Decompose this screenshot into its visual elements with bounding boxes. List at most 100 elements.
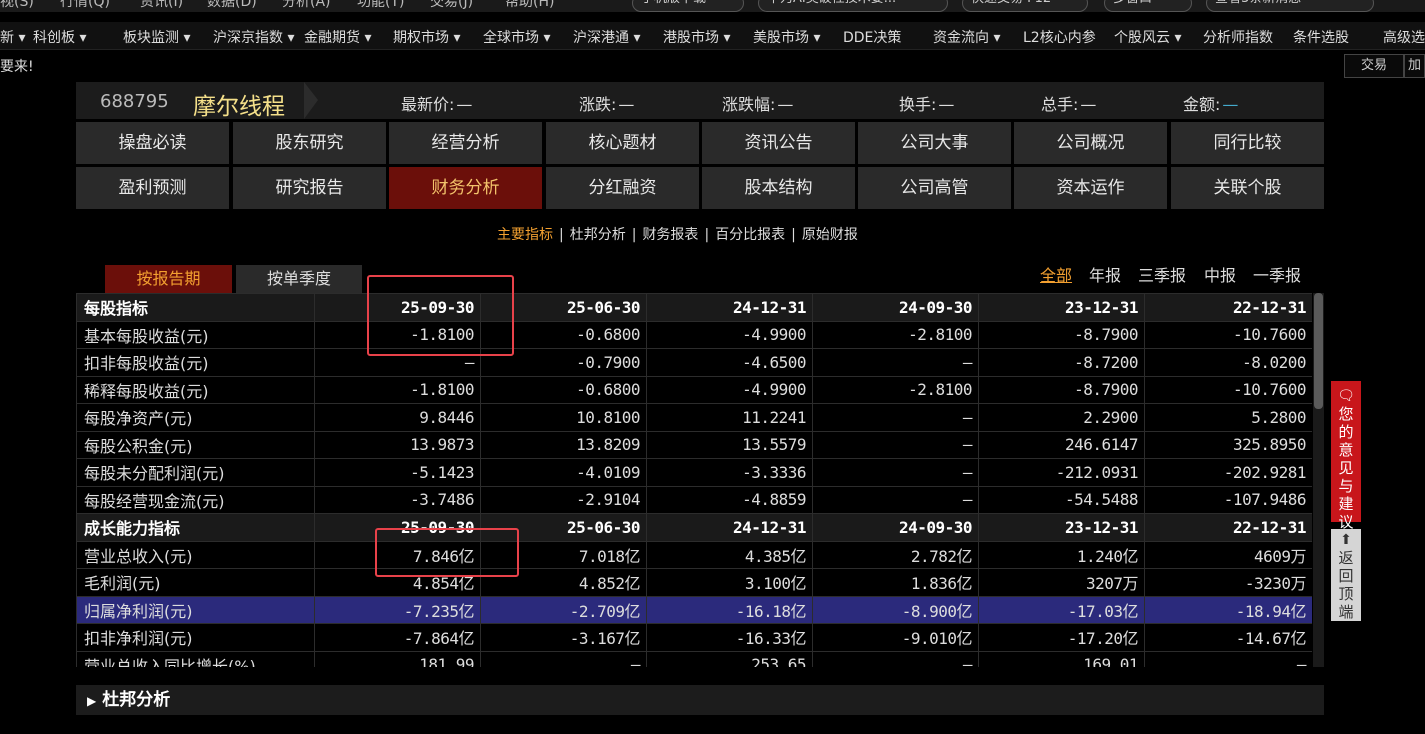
cell-value: 1.836亿 <box>812 568 979 597</box>
menu-item-global[interactable]: 全球市场 ▾ <box>483 27 550 47</box>
cell-value: -9.010亿 <box>812 623 979 652</box>
filter-all[interactable]: 全部 <box>1040 262 1072 286</box>
filter-q3[interactable]: 三季报 <box>1138 262 1186 286</box>
menu-item-advanced[interactable]: 高级选 <box>1383 27 1425 47</box>
nav-profit-forecast[interactable]: 盈利预测 <box>76 167 229 209</box>
quick-trade-button[interactable]: 快速交易 F12 <box>962 0 1088 12</box>
nav-capital-operations[interactable]: 资本运作 <box>1014 167 1167 209</box>
annotation-box-eps <box>367 275 514 356</box>
menu-item-star-market[interactable]: 科创板 ▾ <box>33 27 86 47</box>
nav-share-structure[interactable]: 股本结构 <box>702 167 855 209</box>
menu-view[interactable]: 视(S) <box>0 0 34 11</box>
menu-item-analyst[interactable]: 分析师指数 <box>1203 27 1273 47</box>
cell-value: -4.9900 <box>646 375 813 404</box>
cell-value: -2.9104 <box>480 485 647 514</box>
marquee-text: 要来! <box>0 59 34 75</box>
scrollbar-thumb[interactable] <box>1314 293 1323 409</box>
cell-value: 13.9873 <box>314 430 481 459</box>
table-row[interactable]: 归属净利润(元) -7.235亿 -2.709亿 -16.18亿 -8.900亿 -17.… <box>76 595 1312 624</box>
cell-value: 253.65 <box>646 650 813 667</box>
annotation-box-revenue <box>375 528 519 577</box>
table-scrollbar[interactable] <box>1313 293 1324 667</box>
table-row[interactable]: 扣非净利润(元) -7.864亿 -3.167亿 -16.33亿 -9.010亿 -17.… <box>76 623 1312 652</box>
messages-button[interactable]: 查看3条新消息 <box>1206 0 1374 12</box>
nav-company-profile[interactable]: 公司概况 <box>1014 122 1167 164</box>
cell-value: — <box>812 485 979 514</box>
dupont-section-header[interactable]: ▶ 杜邦分析 <box>76 685 1324 715</box>
table-row[interactable]: 扣非每股收益(元) — -0.7900 -4.6500— -8.7200 -8.0200 <box>76 348 1312 377</box>
nav-dividend-financing[interactable]: 分红融资 <box>546 167 699 209</box>
news-ticker-button[interactable]: 华为AI奥破性技术要... <box>758 0 948 12</box>
cell-value: 3207万 <box>978 568 1145 597</box>
menu-item-fund-flow[interactable]: 资金流向 ▾ <box>933 27 1000 47</box>
nav-company-events[interactable]: 公司大事 <box>858 122 1011 164</box>
menu-item-l2[interactable]: L2核心内参 <box>1023 27 1096 47</box>
subtab-percent-statements[interactable]: 百分比报表 <box>715 227 785 243</box>
latest-price: 最新价: — <box>401 95 473 114</box>
row-label: 毛利润(元) <box>76 568 315 597</box>
menu-item-us[interactable]: 美股市场 ▾ <box>753 27 820 47</box>
trade-button[interactable]: 交易 <box>1344 54 1404 78</box>
menu-news[interactable]: 资讯(I) <box>140 0 183 11</box>
menu-item-connect[interactable]: 沪深港通 ▾ <box>573 27 640 47</box>
menu-item-indices[interactable]: 沪深京指数 ▾ <box>213 27 294 47</box>
filter-annual[interactable]: 年报 <box>1089 262 1121 286</box>
menu-item-futures[interactable]: 金融期货 ▾ <box>304 27 371 47</box>
menu-help[interactable]: 帮助(H) <box>505 0 554 11</box>
cell-value: -4.8859 <box>646 485 813 514</box>
table-row[interactable]: 毛利润(元) 4.854亿 4.852亿 3.100亿 1.836亿 3207万 -3230… <box>76 568 1312 597</box>
menu-item-options[interactable]: 期权市场 ▾ <box>393 27 460 47</box>
nav-research-reports[interactable]: 研究报告 <box>233 167 386 209</box>
cell-value: -4.9900 <box>646 320 813 349</box>
tab-by-single-quarter[interactable]: 按单季度 <box>236 265 362 293</box>
add-button[interactable]: 加 <box>1404 54 1425 78</box>
filter-q1[interactable]: 一季报 <box>1253 262 1301 286</box>
nav-financial-analysis[interactable]: 财务分析 <box>389 167 542 209</box>
tab-by-report-period[interactable]: 按报告期 <box>105 265 232 293</box>
nav-executives[interactable]: 公司高管 <box>858 167 1011 209</box>
menu-data[interactable]: 数据(D) <box>207 0 257 11</box>
menu-item-new[interactable]: 新 ▾ <box>0 27 25 47</box>
menu-quotes[interactable]: 行情(Q) <box>60 0 110 11</box>
menu-item-stock-news[interactable]: 个股风云 ▾ <box>1114 27 1181 47</box>
subtab-statements[interactable]: 财务报表 <box>642 227 698 243</box>
menu-trade[interactable]: 交易(J) <box>430 0 473 11</box>
nav-related-stocks[interactable]: 关联个股 <box>1171 167 1324 209</box>
subtab-main-indicators[interactable]: 主要指标 <box>497 227 553 243</box>
menu-analysis[interactable]: 分析(A) <box>282 0 331 11</box>
nav-business-analysis[interactable]: 经营分析 <box>389 122 542 164</box>
nav-shareholder-research[interactable]: 股东研究 <box>233 122 386 164</box>
menu-item-sector-monitor[interactable]: 板块监测 ▾ <box>123 27 190 47</box>
table-row[interactable]: 稀释每股收益(元) -1.8100 -0.6800 -4.9900 -2.8100 -8.… <box>76 375 1312 404</box>
menu-item-screener[interactable]: 条件选股 <box>1293 27 1349 47</box>
phone-download-button[interactable]: 手机版下载 <box>632 0 744 12</box>
table-row[interactable]: 营业总收入同比增长(%) 181.99—253.65—169.01— <box>76 650 1312 667</box>
subtab-original-reports[interactable]: 原始财报 <box>802 227 858 243</box>
table-row[interactable]: 每股未分配利润(元) -5.1423 -4.0109 -3.3336— -212.093… <box>76 458 1312 487</box>
table-row[interactable]: 每股净资产(元) 9.8446 10.8100 11.2241—2.2900 5.280… <box>76 403 1312 432</box>
menu-item-dde[interactable]: DDE决策 <box>843 27 901 47</box>
nav-news-announcements[interactable]: 资讯公告 <box>702 122 855 164</box>
feedback-button[interactable]: 🗨 您的意见与建议 <box>1331 381 1361 531</box>
cell-value: -107.9486 <box>1144 485 1312 514</box>
nav-trading-must-read[interactable]: 操盘必读 <box>76 122 229 164</box>
table-row[interactable]: 基本每股收益(元) -1.8100 -0.6800 -4.9900 -2.8100 -8.… <box>76 320 1312 349</box>
menu-function[interactable]: 功能(T) <box>357 0 404 11</box>
cell-value: 1.240亿 <box>978 540 1145 569</box>
table-row[interactable]: 每股公积金(元) 13.9873 13.8209 13.5579—246.6147 32… <box>76 430 1312 459</box>
cell-value: 3.100亿 <box>646 568 813 597</box>
cell-value: -8.900亿 <box>812 595 979 624</box>
cell-value: 9.8446 <box>314 403 481 432</box>
table-row[interactable]: 每股经营现金流(元) -3.7486 -2.9104 -4.8859— -54.5488… <box>76 485 1312 514</box>
filter-interim[interactable]: 中报 <box>1204 262 1236 286</box>
menu-item-hk[interactable]: 港股市场 ▾ <box>663 27 730 47</box>
subtab-dupont[interactable]: 杜邦分析 <box>570 227 626 243</box>
nav-core-themes[interactable]: 核心题材 <box>546 122 699 164</box>
table-row[interactable]: 营业总收入(元) 7.846亿 7.018亿 4.385亿 2.782亿 1.240亿 46… <box>76 540 1312 569</box>
back-to-top-button[interactable]: ⬆ 返回顶端 <box>1331 529 1361 621</box>
nav-peer-comparison[interactable]: 同行比较 <box>1171 122 1324 164</box>
row-label: 每股未分配利润(元) <box>76 458 315 487</box>
row-label: 每股净资产(元) <box>76 403 315 432</box>
turnover: 换手: — <box>899 95 955 114</box>
multi-window-button[interactable]: 多窗口 <box>1104 0 1192 12</box>
